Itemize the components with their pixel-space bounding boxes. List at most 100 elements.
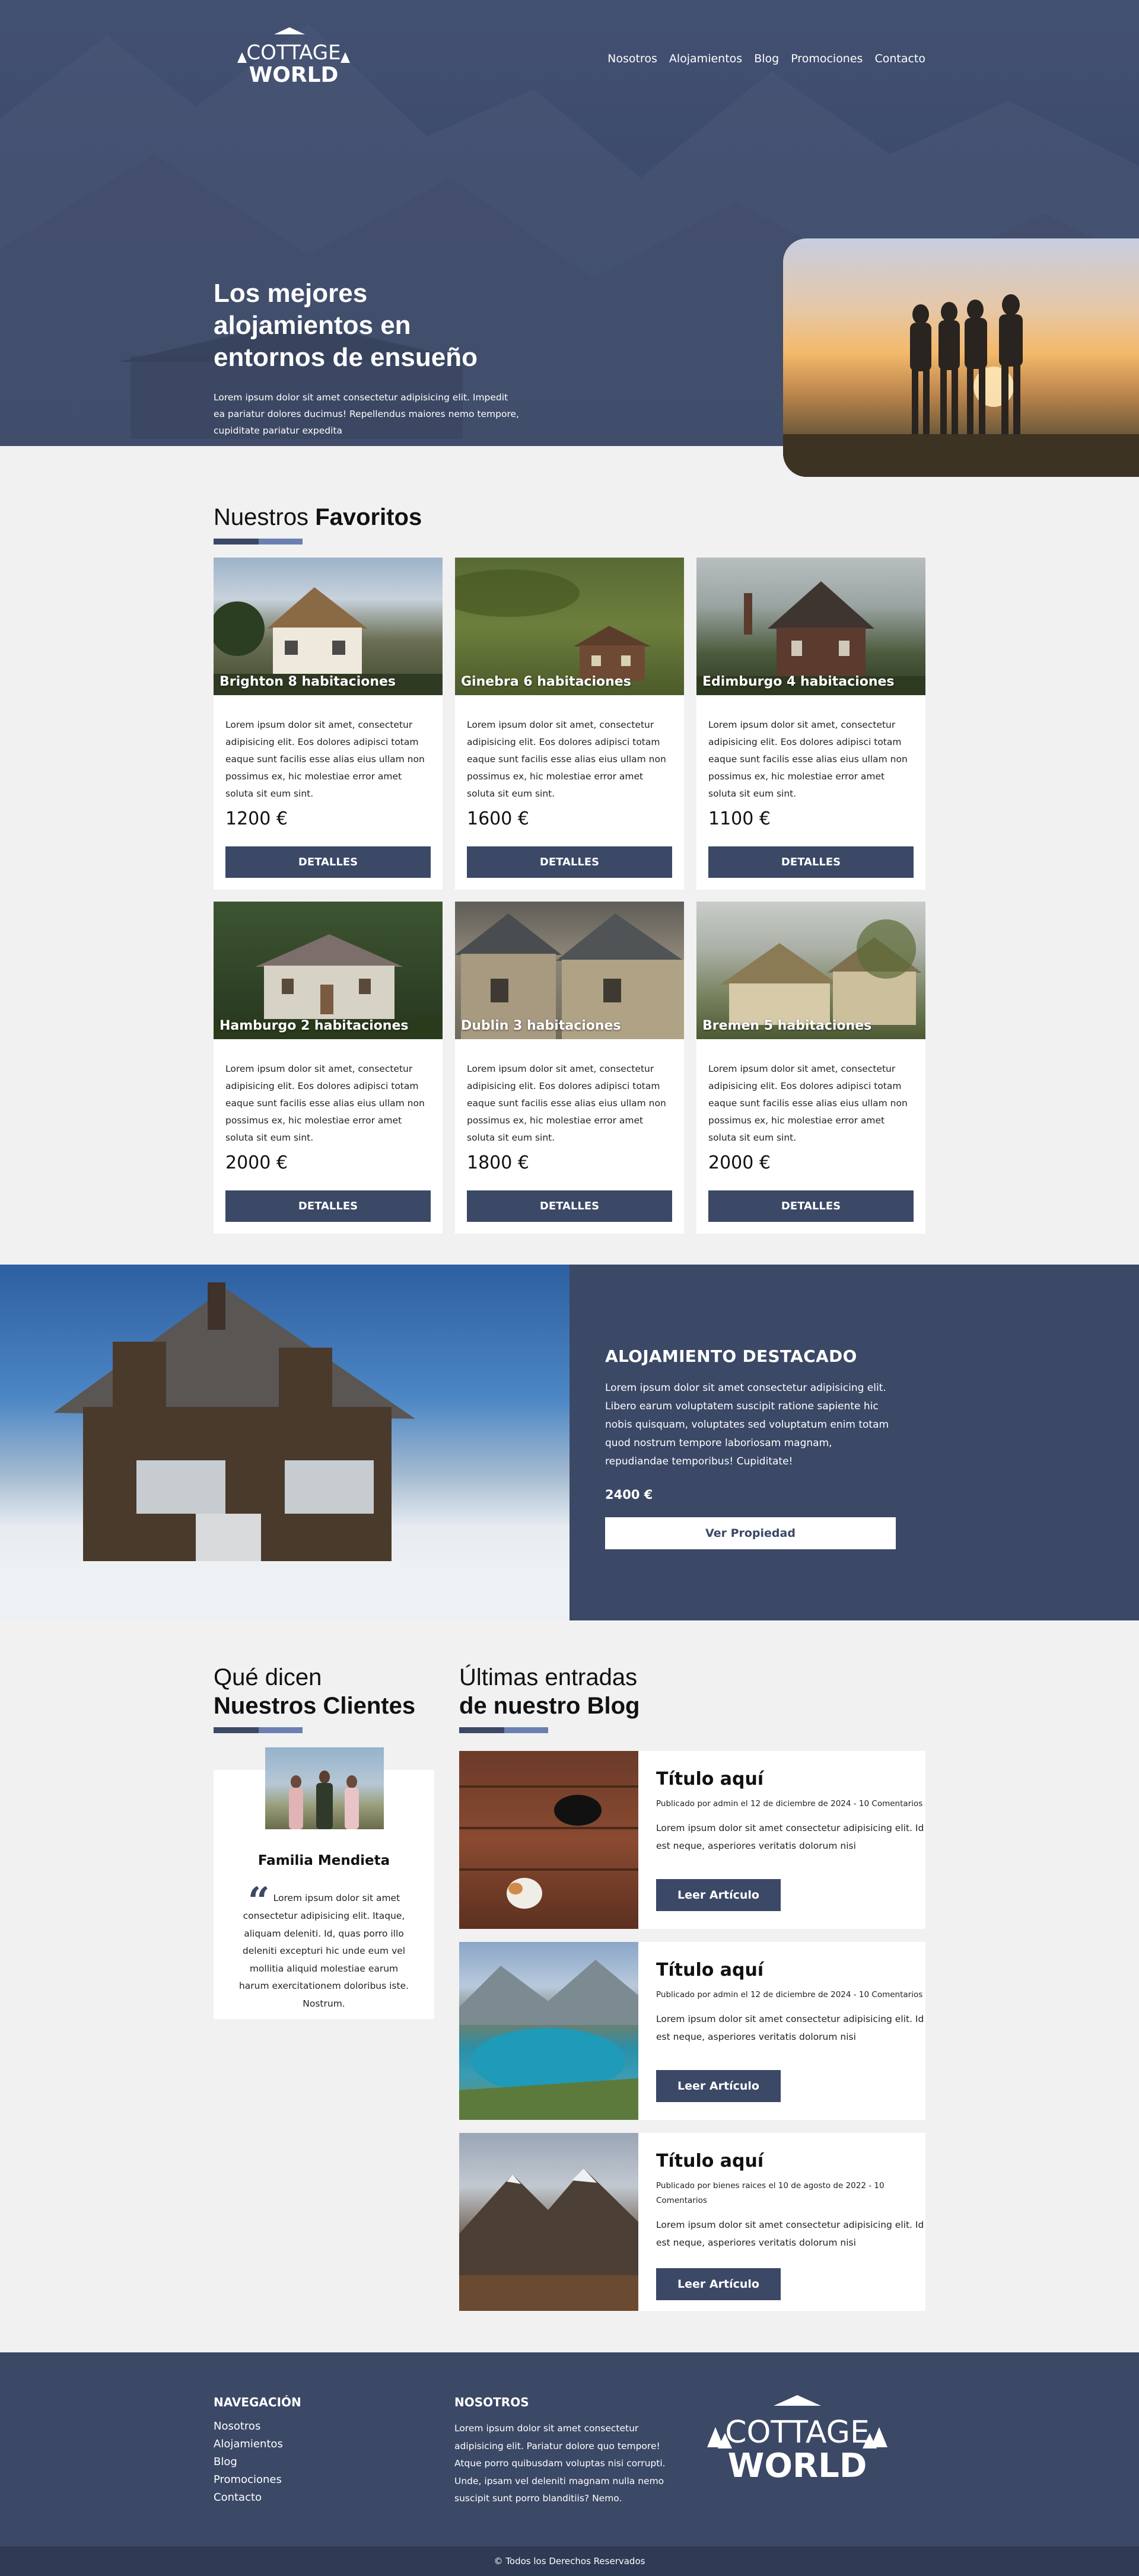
details-button[interactable]: DETALLES bbox=[467, 846, 672, 878]
blog-post-excerpt: Lorem ipsum dolor sit amet consectetur a… bbox=[656, 1823, 924, 1851]
footer-about-column: NOSOTROS Lorem ipsum dolor sit amet cons… bbox=[454, 2395, 686, 2508]
blog-post-image bbox=[459, 2133, 638, 2311]
hero-title: Los mejores alojamientos en entornos de … bbox=[214, 279, 478, 372]
favoritos-title-light: Nuestros bbox=[214, 504, 309, 530]
blog-title-bold: de nuestro Blog bbox=[459, 1693, 640, 1719]
copyright: © Todos los Derechos Reservados bbox=[0, 2546, 1139, 2576]
footer-nav: Nosotros Alojamientos Blog Promociones C… bbox=[214, 2418, 301, 2507]
details-button[interactable]: DETALLES bbox=[708, 1190, 914, 1222]
featured-section: ALOJAMIENTO DESTACADO Lorem ipsum dolor … bbox=[0, 1265, 1139, 1620]
blog-post: Título aquí Publicado por admin el 12 de… bbox=[459, 1751, 925, 1929]
property-price: 1800 € bbox=[467, 1152, 529, 1173]
blog-post-meta: Publicado por admin el 12 de diciembre d… bbox=[656, 1990, 923, 1999]
property-name: Ginebra 6 habitaciones bbox=[461, 674, 631, 689]
footer-link-nosotros[interactable]: Nosotros bbox=[214, 2418, 301, 2435]
property-description: Lorem ipsum dolor sit amet, consectetur … bbox=[225, 1063, 425, 1143]
site-footer: NAVEGACIÓN Nosotros Alojamientos Blog Pr… bbox=[0, 2352, 1139, 2576]
property-price: 1200 € bbox=[225, 808, 288, 829]
blog-post-title[interactable]: Título aquí bbox=[656, 1769, 925, 1789]
title-underline bbox=[214, 539, 303, 545]
favoritos-grid: Brighton 8 habitaciones Lorem ipsum dolo… bbox=[214, 558, 925, 1234]
property-price: 2000 € bbox=[708, 1152, 771, 1173]
blog-post-meta: Publicado por admin el 12 de diciembre d… bbox=[656, 1799, 923, 1808]
featured-title: ALOJAMIENTO DESTACADO bbox=[605, 1346, 857, 1366]
nav-link-blog[interactable]: Blog bbox=[754, 52, 779, 65]
blog-post-title[interactable]: Título aquí bbox=[656, 2151, 925, 2171]
property-image: Bremen 5 habitaciones bbox=[696, 902, 925, 1039]
featured-cabin-photo bbox=[0, 1265, 570, 1620]
property-description: Lorem ipsum dolor sit amet, consectetur … bbox=[467, 1063, 666, 1143]
property-name: Hamburgo 2 habitaciones bbox=[219, 1018, 409, 1033]
footer-link-contacto[interactable]: Contacto bbox=[214, 2489, 301, 2507]
footer-nav-column: NAVEGACIÓN Nosotros Alojamientos Blog Pr… bbox=[214, 2395, 301, 2507]
footer-about-text: Lorem ipsum dolor sit amet consectetur a… bbox=[454, 2423, 666, 2504]
blog-title-light: Últimas entradas bbox=[459, 1664, 638, 1690]
details-button[interactable]: DETALLES bbox=[225, 846, 431, 878]
featured-price: 2400 € bbox=[605, 1488, 653, 1502]
logo-text-bottom: WORLD bbox=[249, 63, 339, 85]
blog-post-image bbox=[459, 1751, 638, 1929]
blog-column: Últimas entradas de nuestro Blog Título … bbox=[459, 1663, 925, 2311]
testimonials-title-light: Qué dicen bbox=[214, 1664, 322, 1690]
footer-link-alojamientos[interactable]: Alojamientos bbox=[214, 2435, 301, 2453]
footer-logo-text-bottom: WORLD bbox=[728, 2447, 867, 2483]
property-description: Lorem ipsum dolor sit amet, consectetur … bbox=[708, 1063, 908, 1143]
hero-friends-photo bbox=[783, 238, 1139, 477]
property-image: Hamburgo 2 habitaciones bbox=[214, 902, 443, 1039]
footer-link-blog[interactable]: Blog bbox=[214, 2453, 301, 2471]
blog-list: Título aquí Publicado por admin el 12 de… bbox=[459, 1751, 925, 2311]
favoritos-title: Nuestros Favoritos bbox=[214, 503, 925, 531]
nav-link-contacto[interactable]: Contacto bbox=[874, 52, 925, 65]
property-name: Edimburgo 4 habitaciones bbox=[702, 674, 895, 689]
blog-post: Título aquí Publicado por admin el 12 de… bbox=[459, 1942, 925, 2120]
blog-post-image bbox=[459, 1942, 638, 2120]
nav-link-alojamientos[interactable]: Alojamientos bbox=[669, 52, 742, 65]
blog-post-excerpt: Lorem ipsum dolor sit amet consectetur a… bbox=[656, 2220, 924, 2248]
title-underline bbox=[214, 1727, 303, 1733]
hero-text: Los mejores alojamientos en entornos de … bbox=[214, 278, 522, 439]
property-price: 2000 € bbox=[225, 1152, 288, 1173]
nav-link-promociones[interactable]: Promociones bbox=[791, 52, 863, 65]
favoritos-title-bold: Favoritos bbox=[315, 504, 422, 530]
hero-section: COTTAGE WORLD Nosotros Alojamientos Blog… bbox=[0, 0, 1139, 477]
read-article-button[interactable]: Leer Artículo bbox=[656, 1879, 781, 1911]
hero-subtitle: Lorem ipsum dolor sit amet consectetur a… bbox=[214, 392, 519, 436]
logo-text-top: COTTAGE bbox=[246, 41, 341, 65]
testimonial-card: Familia Mendieta “Lorem ipsum dolor sit … bbox=[214, 1747, 434, 2019]
main-nav: Nosotros Alojamientos Blog Promociones C… bbox=[607, 52, 925, 65]
details-button[interactable]: DETALLES bbox=[467, 1190, 672, 1222]
testimonial-name: Familia Mendieta bbox=[257, 1853, 390, 1868]
footer-brand-logo[interactable]: COTTAGE WORLD bbox=[702, 2394, 892, 2483]
blog-post-meta: Publicado por bienes raices el 10 de ago… bbox=[656, 2181, 885, 2205]
brand-logo[interactable]: COTTAGE WORLD bbox=[231, 26, 356, 85]
property-price: 1100 € bbox=[708, 808, 771, 829]
view-property-button[interactable]: Ver Propiedad bbox=[605, 1517, 896, 1549]
property-description: Lorem ipsum dolor sit amet, consectetur … bbox=[467, 719, 666, 799]
property-description: Lorem ipsum dolor sit amet, consectetur … bbox=[708, 719, 908, 799]
property-description: Lorem ipsum dolor sit amet, consectetur … bbox=[225, 719, 425, 799]
title-underline bbox=[459, 1727, 548, 1733]
property-image: Ginebra 6 habitaciones bbox=[455, 558, 684, 695]
footer-link-promociones[interactable]: Promociones bbox=[214, 2471, 301, 2489]
testimonials-title-bold: Nuestros Clientes bbox=[214, 1693, 416, 1719]
property-image: Brighton 8 habitaciones bbox=[214, 558, 443, 695]
favoritos-section: Nuestros Favoritos Brighton 8 habitacion… bbox=[214, 503, 925, 1234]
property-name: Bremen 5 habitaciones bbox=[702, 1018, 872, 1033]
property-card: Dublin 3 habitaciones Lorem ipsum dolor … bbox=[455, 902, 684, 1234]
read-article-button[interactable]: Leer Artículo bbox=[656, 2268, 781, 2300]
footer-logo-text-top: COTTAGE bbox=[725, 2415, 870, 2450]
property-image: Edimburgo 4 habitaciones bbox=[696, 558, 925, 695]
read-article-button[interactable]: Leer Artículo bbox=[656, 2070, 781, 2102]
details-button[interactable]: DETALLES bbox=[708, 846, 914, 878]
details-button[interactable]: DETALLES bbox=[225, 1190, 431, 1222]
nav-link-nosotros[interactable]: Nosotros bbox=[607, 52, 657, 65]
property-card: Edimburgo 4 habitaciones Lorem ipsum dol… bbox=[696, 558, 925, 890]
testimonial-body: Lorem ipsum dolor sit amet consectetur a… bbox=[238, 1893, 409, 2009]
blog-post-title[interactable]: Título aquí bbox=[656, 1960, 925, 1980]
property-name: Brighton 8 habitaciones bbox=[219, 674, 396, 689]
blog-post-excerpt: Lorem ipsum dolor sit amet consectetur a… bbox=[656, 2014, 924, 2042]
property-card: Brighton 8 habitaciones Lorem ipsum dolo… bbox=[214, 558, 443, 890]
property-card: Bremen 5 habitaciones Lorem ipsum dolor … bbox=[696, 902, 925, 1234]
footer-about-title: NOSOTROS bbox=[454, 2395, 529, 2409]
testimonial-photo bbox=[265, 1747, 384, 1829]
